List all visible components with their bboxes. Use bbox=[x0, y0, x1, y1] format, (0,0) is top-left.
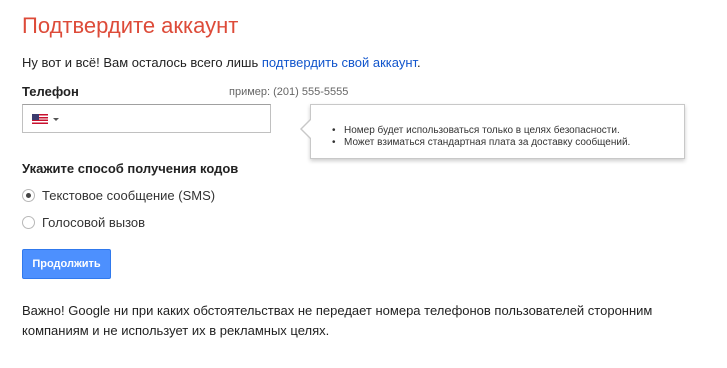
chevron-down-icon bbox=[53, 117, 59, 121]
page-title: Подтвердите аккаунт bbox=[22, 13, 239, 38]
radio-voice[interactable] bbox=[22, 216, 35, 229]
country-code-dropdown[interactable] bbox=[32, 114, 59, 124]
bullet-icon: • bbox=[332, 125, 336, 136]
radio-sms-label: Текстовое сообщение (SMS) bbox=[42, 188, 216, 203]
verify-account-link[interactable]: подтвердить свой аккаунт bbox=[262, 55, 417, 70]
phone-example-hint: пример: (201) 555-5555 bbox=[229, 86, 349, 98]
tooltip-item: • Может взиматься стандартная плата за до… bbox=[332, 137, 630, 149]
verification-method-heading: Укажите способ получения кодов bbox=[22, 161, 239, 176]
phone-info-tooltip: • Номер будет использоваться только в цел… bbox=[300, 104, 685, 159]
tooltip-arrow-fill bbox=[302, 120, 311, 138]
tooltip-item: • Номер будет использоваться только в цел… bbox=[332, 125, 630, 137]
tooltip-list: • Номер будет использоваться только в цел… bbox=[332, 125, 630, 149]
intro-text-end: . bbox=[417, 55, 421, 70]
tooltip-item-text: Может взиматься стандартная плата за дос… bbox=[344, 137, 631, 148]
phone-label: Телефон bbox=[22, 84, 79, 99]
intro-text-lead: Ну вот и всё! Вам осталось всего лишь bbox=[22, 55, 262, 70]
radio-option-voice[interactable]: Голосовой вызов bbox=[22, 214, 145, 231]
radio-sms[interactable] bbox=[22, 189, 35, 202]
intro-text: Ну вот и всё! Вам осталось всего лишь по… bbox=[22, 54, 421, 71]
continue-button[interactable]: Продолжить bbox=[22, 249, 111, 279]
radio-voice-label: Голосовой вызов bbox=[42, 215, 146, 230]
phone-input-field[interactable] bbox=[22, 104, 271, 133]
privacy-disclaimer: Важно! Google ни при каких обстоятельств… bbox=[22, 303, 653, 338]
bullet-icon: • bbox=[332, 137, 336, 148]
tooltip-item-text: Номер будет использоваться только в целя… bbox=[344, 125, 620, 136]
us-flag-icon bbox=[32, 114, 48, 124]
radio-option-sms[interactable]: Текстовое сообщение (SMS) bbox=[22, 187, 215, 204]
